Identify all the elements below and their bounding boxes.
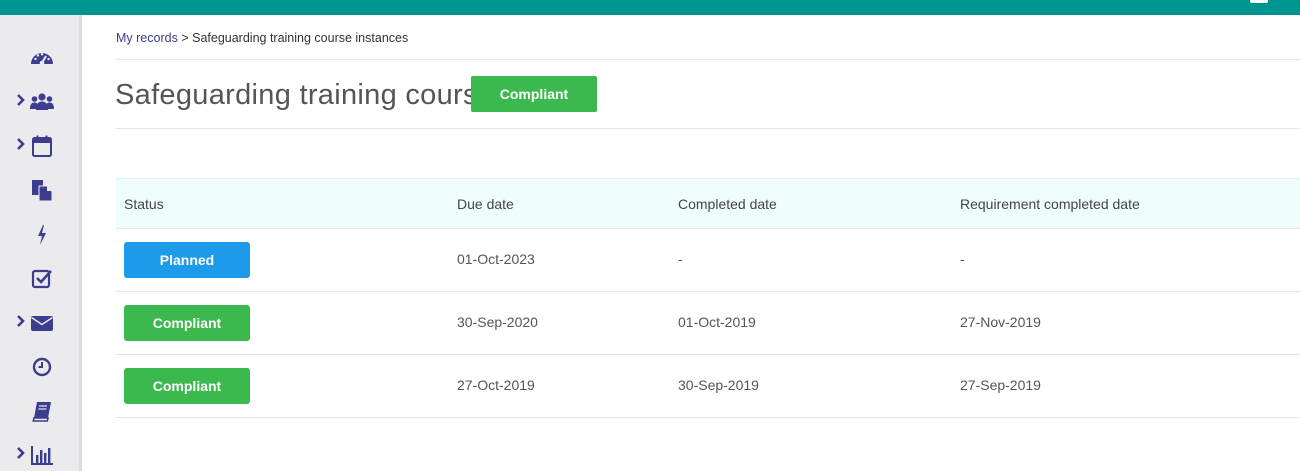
status-button-planned[interactable]: Planned xyxy=(124,242,250,278)
chevron-right-icon[interactable] xyxy=(14,93,28,107)
chevron-right-icon[interactable] xyxy=(14,314,28,328)
column-header-status[interactable]: Status xyxy=(124,196,164,212)
chevron-right-icon[interactable] xyxy=(14,137,28,151)
top-bar xyxy=(0,0,1300,15)
divider xyxy=(116,128,1300,129)
main-content: My records > Safeguarding training cours… xyxy=(85,15,1300,471)
book-icon xyxy=(32,402,51,422)
breadcrumb: My records > Safeguarding training cours… xyxy=(116,31,408,45)
sidebar-item-messages[interactable] xyxy=(0,305,82,339)
sidebar-item-reports[interactable] xyxy=(0,437,82,471)
sidebar-item-documents[interactable] xyxy=(0,172,82,206)
breadcrumb-separator: > xyxy=(181,31,189,45)
status-button-compliant[interactable]: Compliant xyxy=(124,305,250,341)
sidebar-item-history[interactable] xyxy=(0,349,82,383)
checkbox-icon xyxy=(31,269,52,289)
due-date-cell: 01-Oct-2023 xyxy=(457,251,535,267)
compliance-status-badge: Compliant xyxy=(471,76,597,112)
calendar-icon xyxy=(32,135,52,157)
column-header-due-date[interactable]: Due date xyxy=(457,196,514,212)
completed-date-cell: - xyxy=(678,251,683,267)
sidebar xyxy=(0,15,82,471)
requirement-completed-date-cell: - xyxy=(960,251,965,267)
envelope-icon xyxy=(31,316,53,331)
due-date-cell: 30-Sep-2020 xyxy=(457,314,538,330)
sidebar-item-tasks[interactable] xyxy=(0,261,82,295)
breadcrumb-link-my-records[interactable]: My records xyxy=(116,31,178,45)
documents-icon xyxy=(32,180,53,202)
due-date-cell: 27-Oct-2019 xyxy=(457,377,535,393)
instances-table: Status Due date Completed date Requireme… xyxy=(116,178,1300,418)
requirement-completed-date-cell: 27-Sep-2019 xyxy=(960,377,1041,393)
table-row[interactable]: Compliant 27-Oct-2019 30-Sep-2019 27-Sep… xyxy=(116,355,1300,418)
bar-chart-icon xyxy=(31,446,53,465)
page-title: Safeguarding training course xyxy=(115,79,495,111)
sidebar-item-dashboard[interactable] xyxy=(0,40,82,74)
breadcrumb-current: Safeguarding training course instances xyxy=(192,31,409,45)
divider xyxy=(116,59,1300,60)
lightning-icon xyxy=(38,225,46,245)
clock-icon xyxy=(32,357,52,377)
requirement-completed-date-cell: 27-Nov-2019 xyxy=(960,314,1041,330)
status-button-compliant[interactable]: Compliant xyxy=(124,368,250,404)
users-icon xyxy=(30,93,54,110)
table-row[interactable]: Planned 01-Oct-2023 - - xyxy=(116,229,1300,292)
column-header-completed-date[interactable]: Completed date xyxy=(678,196,777,212)
dashboard-icon xyxy=(31,53,53,66)
sidebar-item-activity[interactable] xyxy=(0,217,82,251)
completed-date-cell: 30-Sep-2019 xyxy=(678,377,759,393)
sidebar-item-calendar[interactable] xyxy=(0,128,82,162)
sidebar-item-library[interactable] xyxy=(0,393,82,427)
user-menu-icon[interactable] xyxy=(1250,0,1268,3)
table-header: Status Due date Completed date Requireme… xyxy=(116,178,1300,229)
completed-date-cell: 01-Oct-2019 xyxy=(678,314,756,330)
table-row[interactable]: Compliant 30-Sep-2020 01-Oct-2019 27-Nov… xyxy=(116,292,1300,355)
chevron-right-icon[interactable] xyxy=(14,446,28,460)
column-header-requirement-completed-date[interactable]: Requirement completed date xyxy=(960,196,1140,212)
sidebar-item-users[interactable] xyxy=(0,84,82,118)
